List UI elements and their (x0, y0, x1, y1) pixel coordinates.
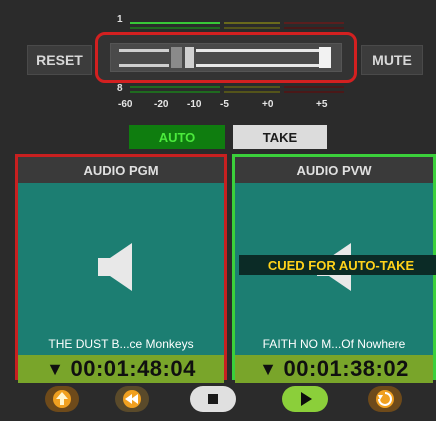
countdown-arrow-icon: ▼ (46, 358, 65, 379)
time-readout: 00:01:48:04 (70, 356, 196, 381)
speaker-icon (98, 243, 132, 291)
meter-seg (130, 27, 220, 29)
meter-seg (224, 86, 280, 88)
meter-seg (284, 86, 344, 88)
fader-line (119, 64, 169, 67)
meter-seg (284, 27, 344, 29)
time-readout: 00:01:38:02 (283, 356, 409, 381)
rewind-icon (123, 390, 141, 408)
scale-label: -10 (187, 99, 202, 110)
fader-line (196, 64, 331, 67)
scale-label: +5 (316, 99, 328, 110)
take-button[interactable]: TAKE (233, 125, 327, 149)
fader-handle[interactable] (185, 47, 194, 68)
scale-label: +0 (262, 99, 274, 110)
meter-seg (130, 86, 220, 88)
fader-track (110, 43, 342, 72)
meter-seg (130, 91, 220, 93)
stop-button[interactable] (190, 386, 236, 412)
upload-icon (53, 390, 71, 408)
audio-pvw-panel[interactable]: AUDIO PVW CUED FOR AUTO-TAKE FAITH NO M.… (232, 154, 436, 383)
timer: ▼ 00:01:48:04 (18, 355, 224, 383)
cued-banner: CUED FOR AUTO-TAKE (239, 255, 436, 275)
audio-pgm-panel[interactable]: AUDIO PGM THE DUST B...ce Monkeys ▼ 00:0… (15, 154, 227, 383)
fader-end-marker (319, 47, 331, 68)
rewind-button[interactable] (115, 386, 149, 412)
scale-label: -20 (154, 99, 169, 110)
panel-title: AUDIO PGM (18, 157, 224, 183)
upload-button[interactable] (45, 386, 79, 412)
panel-body: CUED FOR AUTO-TAKE (235, 183, 436, 333)
volume-fader[interactable] (95, 32, 357, 83)
fader-notch (171, 47, 182, 68)
reset-button[interactable]: RESET (27, 45, 92, 75)
meter-seg (284, 91, 344, 93)
mute-button[interactable]: MUTE (361, 45, 423, 75)
auto-button[interactable]: AUTO (129, 125, 225, 149)
scale-label: -5 (220, 99, 229, 110)
track-name: THE DUST B...ce Monkeys (18, 333, 224, 355)
replay-icon (376, 390, 394, 408)
meter-seg (224, 91, 280, 93)
meter-bottom-label: 8 (117, 83, 123, 94)
fader-line (119, 49, 169, 52)
scale-label: -60 (118, 99, 133, 110)
panel-title: AUDIO PVW (235, 157, 433, 183)
replay-button[interactable] (368, 386, 402, 412)
stop-icon (208, 394, 218, 404)
track-name: FAITH NO M...Of Nowhere (235, 333, 433, 355)
play-button[interactable] (282, 386, 328, 412)
meter-seg (130, 22, 220, 24)
fader-line (196, 49, 331, 52)
meter-seg (224, 22, 280, 24)
play-icon (301, 392, 312, 406)
timer: ▼ 00:01:38:02 (235, 355, 433, 383)
panel-body (18, 183, 224, 333)
meter-top-label: 1 (117, 14, 123, 25)
meter-seg (224, 27, 280, 29)
countdown-arrow-icon: ▼ (259, 358, 278, 379)
meter-seg (284, 22, 344, 24)
